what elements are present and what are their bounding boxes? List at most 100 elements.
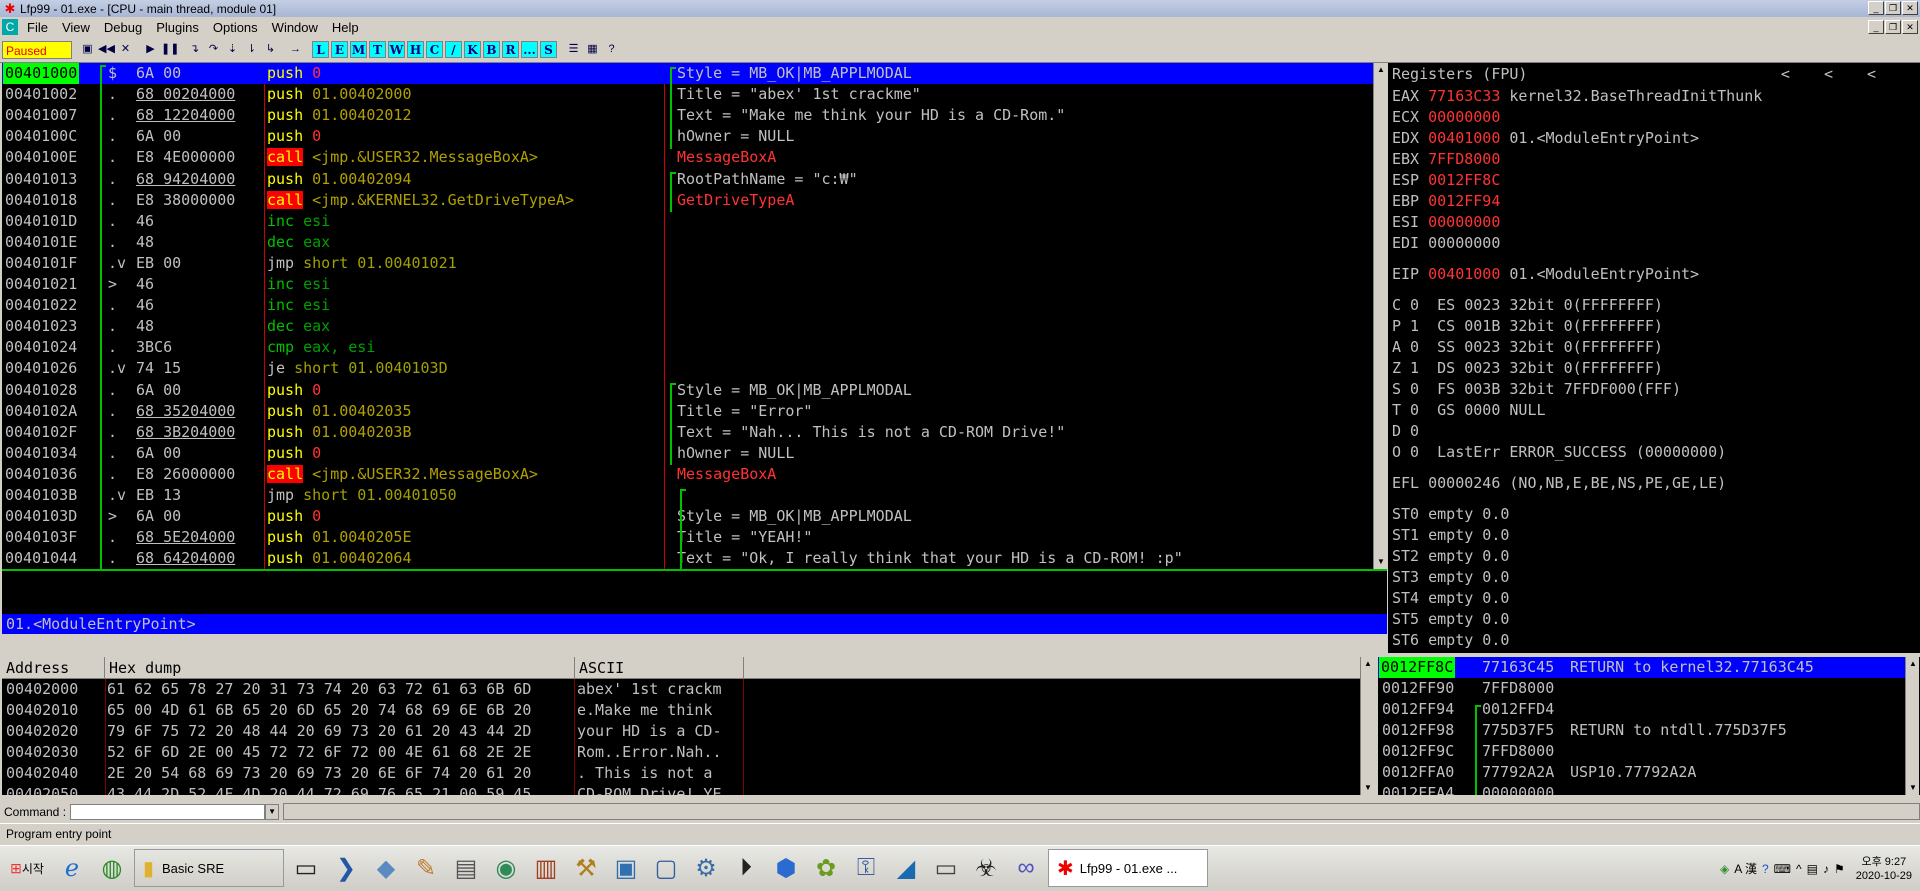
run-icon[interactable]: ▶ [142, 41, 159, 58]
network-icon[interactable]: ▤ [1807, 862, 1818, 876]
globe-icon[interactable]: ◉ [488, 850, 524, 886]
cpu-window-icon[interactable]: C [2, 19, 18, 35]
close-program-icon[interactable]: ✕ [117, 41, 134, 58]
disasm-row[interactable]: 00401021 >46 inc esi [2, 274, 1375, 295]
disasm-row[interactable]: 0040102A. 68 35204000 push 01.00402035 Titl… [2, 401, 1375, 422]
monitor-icon[interactable]: ▭ [928, 850, 964, 886]
dump-scrollbar[interactable]: ▲ ▼ [1360, 657, 1374, 795]
eflags-row[interactable]: EFL 00000246 (NO,NB,E,BE,NS,PE,GE,LE) [1392, 473, 1726, 494]
menu-options[interactable]: Options [206, 20, 265, 35]
dump-row[interactable]: 00402050 43 44 2D 52 4F 4D 20 44 72 69 76… [2, 784, 1360, 795]
chevron-up-icon[interactable]: ^ [1796, 862, 1802, 876]
register-value[interactable]: 0012FF8C [1428, 171, 1500, 189]
scroll-up-icon[interactable]: ▲ [1361, 657, 1375, 671]
app-icon[interactable]: ✿ [808, 850, 844, 886]
command-input[interactable] [70, 803, 266, 820]
box-icon[interactable]: ⬢ [768, 850, 804, 886]
register-value[interactable]: 7FFD8000 [1428, 150, 1500, 168]
dump-col-hex[interactable]: Hex dump [105, 657, 575, 679]
scroll-up-icon[interactable]: ▲ [1906, 657, 1920, 671]
mdi-restore-button[interactable]: ❐ [1885, 20, 1901, 34]
dump-col-ascii[interactable]: ASCII [575, 657, 744, 679]
task-basic-sre[interactable]: ▮ Basic SRE [134, 849, 284, 887]
chevron-down-icon[interactable]: ▼ [265, 803, 280, 820]
scroll-down-icon[interactable]: ▼ [1361, 781, 1375, 795]
disasm-row[interactable]: 00401007. 68 12204000 push 01.00402012 Text… [2, 105, 1375, 126]
internet-explorer-icon[interactable]: ℯ [54, 850, 90, 886]
stack-row[interactable]: 0012FF94 0012FFD4 [1378, 699, 1905, 720]
dump-row[interactable]: 00402040 2E 20 54 68 69 73 20 69 73 20 6E… [2, 763, 1360, 784]
register-row[interactable]: EDX 00401000 01.<ModuleEntryPoint> [1392, 128, 1699, 149]
run-trace-window-button[interactable]: ... [521, 41, 538, 58]
start-button[interactable]: ⊞ 시작 [2, 850, 52, 886]
stack-row[interactable]: 0012FF9C 7FFD8000 [1378, 741, 1905, 762]
prev-icon[interactable]: < [1824, 65, 1867, 83]
flag-row[interactable]: A 0 SS 0023 32bit 0(FFFFFFFF) [1392, 337, 1663, 358]
registers-pane[interactable]: Registers (FPU) <<< EAX 77163C33 kernel3… [1388, 63, 1920, 653]
trace-over-icon[interactable]: ⇂ [243, 41, 260, 58]
disasm-row[interactable]: 0040103F. 68 5E204000 push 01.0040205E Titl… [2, 527, 1375, 548]
calculator-icon[interactable]: ▤ [448, 850, 484, 886]
fpu-row[interactable]: ST6 empty 0.0 [1392, 630, 1509, 651]
close-button[interactable]: ✕ [1902, 1, 1918, 15]
register-row[interactable]: ESI 00000000 [1392, 212, 1509, 233]
flag-row[interactable]: O 0 LastErr ERROR_SUCCESS (00000000) [1392, 442, 1726, 463]
dump-row[interactable]: 00402030 52 6F 6D 2E 00 45 72 72 6F 72 00… [2, 742, 1360, 763]
stack-scrollbar[interactable]: ▲ ▼ [1905, 657, 1919, 795]
ime-indicator[interactable]: A 漢 [1734, 860, 1757, 877]
fpu-row[interactable]: ST1 empty 0.0 [1392, 525, 1509, 546]
volume-icon[interactable]: ♪ [1823, 862, 1829, 876]
disasm-row[interactable]: 0040101D. 46 inc esi [2, 211, 1375, 232]
browser-icon[interactable]: ◍ [94, 850, 130, 886]
flag-row[interactable]: S 0 FS 003B 32bit 7FFDF000(FFF) [1392, 379, 1681, 400]
scroll-down-icon[interactable]: ▼ [1374, 555, 1388, 569]
keyboard-icon[interactable]: ⌨ [1774, 862, 1791, 876]
disasm-row[interactable]: 0040101E. 48 dec eax [2, 232, 1375, 253]
grid-icon[interactable]: ▦ [584, 41, 601, 58]
flag-row[interactable]: T 0 GS 0000 NULL [1392, 400, 1546, 421]
python-icon[interactable]: ⚙ [688, 850, 724, 886]
breakpoints-window-button[interactable]: B [483, 41, 500, 58]
firewall-icon[interactable]: ▥ [528, 850, 564, 886]
disasm-row[interactable]: 00401023. 48 dec eax [2, 316, 1375, 337]
disasm-row[interactable]: 00401036. E8 26000000 call <jmp.&USER32.Me… [2, 464, 1375, 485]
stack-row[interactable]: 0012FF98 775D37F5 RETURN to ntdll.775D37F5 [1378, 720, 1905, 741]
register-value[interactable]: 00000000 [1428, 108, 1500, 126]
register-row[interactable]: EDI 00000000 [1392, 233, 1509, 254]
stack-row[interactable]: 0012FF8C 77163C45 RETURN to kernel32.77163… [1378, 657, 1905, 678]
tool-icon[interactable]: ⚒ [568, 850, 604, 886]
console-icon[interactable]: ▭ [288, 850, 324, 886]
disasm-row[interactable]: 0040103D >6A 00 push 0 Style = MB_OK|MB_APP… [2, 506, 1375, 527]
fpu-row[interactable]: ST4 empty 0.0 [1392, 588, 1509, 609]
disassembly-pane[interactable]: 00401000 $6A 00 push 0 Style = MB_OK|MB_APP… [2, 63, 1387, 569]
windows-window-button[interactable]: W [388, 41, 405, 58]
execute-till-return-icon[interactable]: ↳ [262, 41, 279, 58]
dump-row[interactable]: 00402000 61 62 65 78 27 20 31 73 74 20 63… [2, 679, 1360, 700]
flag-row[interactable]: P 1 CS 001B 32bit 0(FFFFFFFF) [1392, 316, 1663, 337]
call-stack-window-button[interactable]: K [464, 41, 481, 58]
flag-row[interactable]: C 0 ES 0023 32bit 0(FFFFFFFF) [1392, 295, 1663, 316]
log-window-button[interactable]: L [312, 41, 329, 58]
menu-debug[interactable]: Debug [97, 20, 149, 35]
menu-view[interactable]: View [55, 20, 97, 35]
stack-row[interactable]: 0012FFA4 00000000 [1378, 783, 1905, 795]
wireshark-icon[interactable]: ◢ [888, 850, 924, 886]
disasm-row[interactable]: 00401002. 68 00204000 push 01.00402000 Titl… [2, 84, 1375, 105]
disasm-row[interactable]: 00401028. 6A 00 push 0 Style = MB_OK|MB_APP… [2, 380, 1375, 401]
language-icon[interactable]: ◈ [1720, 862, 1729, 876]
media-player-icon[interactable]: ⏵ [728, 850, 764, 886]
disasm-row[interactable]: 00401024. 3BC6 cmp eax, esi [2, 337, 1375, 358]
disasm-row[interactable]: 00401013. 68 94204000 push 01.00402094 Root… [2, 169, 1375, 190]
disasm-row[interactable]: 00401018. E8 38000000 call <jmp.&KERNEL32.… [2, 190, 1375, 211]
network-tool-icon[interactable]: ⚿ [848, 850, 884, 886]
stack-row[interactable]: 0012FFA0 77792A2A USP10.77792A2A [1378, 762, 1905, 783]
step-into-icon[interactable]: ↴ [186, 41, 203, 58]
infinity-icon[interactable]: ∞ [1008, 850, 1044, 886]
prev-icon[interactable]: < [1867, 65, 1910, 83]
register-value[interactable]: 00000000 [1428, 234, 1500, 252]
help-icon[interactable]: ? [1762, 862, 1769, 876]
register-row[interactable]: EBX 7FFD8000 [1392, 149, 1509, 170]
modules-window-button[interactable]: E [331, 41, 348, 58]
disassembly-scrollbar[interactable]: ▲ ▼ [1373, 63, 1387, 569]
disasm-row[interactable]: 0040103B .v EB 13 jmp short 01.00401050 [2, 485, 1375, 506]
